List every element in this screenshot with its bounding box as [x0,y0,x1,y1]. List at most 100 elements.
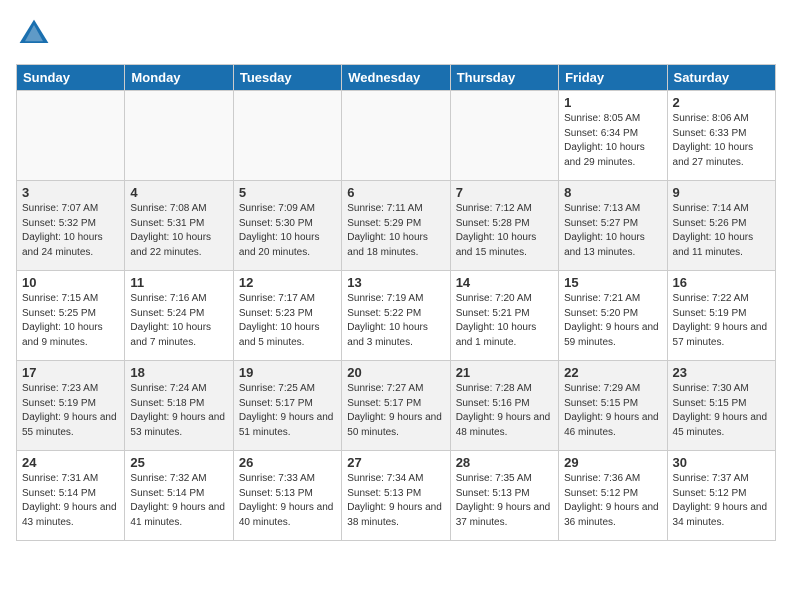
logo-icon [16,16,52,52]
day-number: 6 [347,185,444,200]
calendar-cell: 13 Sunrise: 7:19 AM Sunset: 5:22 PM Dayli… [342,271,450,361]
day-info: Sunrise: 7:08 AM Sunset: 5:31 PM Dayligh… [130,202,227,260]
day-number: 15 [564,275,661,290]
calendar-cell: 2Sunrise: 8:06 AM Sunset: 6:33 PM Daylig… [667,91,775,181]
calendar-cell: 27 Sunrise: 7:34 AM Sunset: 5:13 PM Dayli… [342,451,450,541]
calendar-cell: 4 Sunrise: 7:08 AM Sunset: 5:31 PM Daylig… [125,181,233,271]
weekday-header-saturday: Saturday [667,65,775,91]
calendar-week-5: 24 Sunrise: 7:31 AM Sunset: 5:14 PM Dayli… [17,451,776,541]
calendar-cell [125,91,233,181]
day-number: 10 [22,275,119,290]
calendar-week-4: 17 Sunrise: 7:23 AM Sunset: 5:19 PM Dayli… [17,361,776,451]
calendar-cell: 22 Sunrise: 7:29 AM Sunset: 5:15 PM Dayli… [559,361,667,451]
calendar-cell: 28 Sunrise: 7:35 AM Sunset: 5:13 PM Dayli… [450,451,558,541]
day-number: 25 [130,455,227,470]
day-info: Sunrise: 7:30 AM Sunset: 5:15 PM Dayligh… [673,382,770,440]
day-info: Sunrise: 7:22 AM Sunset: 5:19 PM Dayligh… [673,292,770,350]
day-number: 7 [456,185,553,200]
day-number: 28 [456,455,553,470]
calendar-cell: 24 Sunrise: 7:31 AM Sunset: 5:14 PM Dayli… [17,451,125,541]
calendar-cell: 20 Sunrise: 7:27 AM Sunset: 5:17 PM Dayli… [342,361,450,451]
day-info: Sunrise: 7:09 AM Sunset: 5:30 PM Dayligh… [239,202,336,260]
day-number: 11 [130,275,227,290]
weekday-header-monday: Monday [125,65,233,91]
calendar-cell: 3 Sunrise: 7:07 AM Sunset: 5:32 PM Daylig… [17,181,125,271]
day-info: Sunrise: 7:17 AM Sunset: 5:23 PM Dayligh… [239,292,336,350]
day-number: 1 [564,95,661,110]
calendar-cell: 6Sunrise: 7:11 AM Sunset: 5:29 PM Daylig… [342,181,450,271]
day-info: Sunrise: 8:06 AM Sunset: 6:33 PM Dayligh… [673,112,770,170]
calendar-cell: 23 Sunrise: 7:30 AM Sunset: 5:15 PM Dayli… [667,361,775,451]
calendar-cell: 29Sunrise: 7:36 AM Sunset: 5:12 PM Dayli… [559,451,667,541]
day-number: 8 [564,185,661,200]
day-info: Sunrise: 7:23 AM Sunset: 5:19 PM Dayligh… [22,382,119,440]
calendar-cell: 8Sunrise: 7:13 AM Sunset: 5:27 PM Daylig… [559,181,667,271]
day-info: Sunrise: 7:19 AM Sunset: 5:22 PM Dayligh… [347,292,444,350]
day-number: 13 [347,275,444,290]
calendar-cell: 21 Sunrise: 7:28 AM Sunset: 5:16 PM Dayli… [450,361,558,451]
day-info: Sunrise: 7:37 AM Sunset: 5:12 PM Dayligh… [673,472,770,530]
day-info: Sunrise: 7:15 AM Sunset: 5:25 PM Dayligh… [22,292,119,350]
day-number: 19 [239,365,336,380]
day-number: 17 [22,365,119,380]
day-info: Sunrise: 7:28 AM Sunset: 5:16 PM Dayligh… [456,382,553,440]
calendar-cell [233,91,341,181]
day-number: 27 [347,455,444,470]
calendar-cell: 26 Sunrise: 7:33 AM Sunset: 5:13 PM Dayli… [233,451,341,541]
day-info: Sunrise: 7:14 AM Sunset: 5:26 PM Dayligh… [673,202,770,260]
weekday-header-sunday: Sunday [17,65,125,91]
day-number: 4 [130,185,227,200]
day-number: 9 [673,185,770,200]
day-info: Sunrise: 7:20 AM Sunset: 5:21 PM Dayligh… [456,292,553,350]
day-info: Sunrise: 7:24 AM Sunset: 5:18 PM Dayligh… [130,382,227,440]
calendar-cell: 14 Sunrise: 7:20 AM Sunset: 5:21 PM Dayli… [450,271,558,361]
day-info: Sunrise: 7:21 AM Sunset: 5:20 PM Dayligh… [564,292,661,350]
calendar-table: SundayMondayTuesdayWednesdayThursdayFrid… [16,64,776,541]
calendar-cell: 19 Sunrise: 7:25 AM Sunset: 5:17 PM Dayli… [233,361,341,451]
day-info: Sunrise: 7:29 AM Sunset: 5:15 PM Dayligh… [564,382,661,440]
weekday-header-tuesday: Tuesday [233,65,341,91]
calendar-cell: 7 Sunrise: 7:12 AM Sunset: 5:28 PM Daylig… [450,181,558,271]
weekday-header-thursday: Thursday [450,65,558,91]
day-info: Sunrise: 7:25 AM Sunset: 5:17 PM Dayligh… [239,382,336,440]
day-number: 26 [239,455,336,470]
day-number: 12 [239,275,336,290]
calendar-cell: 10 Sunrise: 7:15 AM Sunset: 5:25 PM Dayli… [17,271,125,361]
day-info: Sunrise: 7:07 AM Sunset: 5:32 PM Dayligh… [22,202,119,260]
calendar-cell: 30Sunrise: 7:37 AM Sunset: 5:12 PM Dayli… [667,451,775,541]
day-info: Sunrise: 7:34 AM Sunset: 5:13 PM Dayligh… [347,472,444,530]
day-number: 16 [673,275,770,290]
day-info: Sunrise: 8:05 AM Sunset: 6:34 PM Dayligh… [564,112,661,170]
day-number: 21 [456,365,553,380]
logo [16,16,56,52]
weekday-header-friday: Friday [559,65,667,91]
day-info: Sunrise: 7:16 AM Sunset: 5:24 PM Dayligh… [130,292,227,350]
day-number: 24 [22,455,119,470]
day-number: 14 [456,275,553,290]
day-number: 23 [673,365,770,380]
weekday-header-wednesday: Wednesday [342,65,450,91]
calendar-cell: 17 Sunrise: 7:23 AM Sunset: 5:19 PM Dayli… [17,361,125,451]
page-header [16,16,776,52]
calendar-cell: 11 Sunrise: 7:16 AM Sunset: 5:24 PM Dayli… [125,271,233,361]
calendar-week-2: 3 Sunrise: 7:07 AM Sunset: 5:32 PM Daylig… [17,181,776,271]
day-number: 22 [564,365,661,380]
calendar-cell: 1 Sunrise: 8:05 AM Sunset: 6:34 PM Daylig… [559,91,667,181]
calendar-cell [17,91,125,181]
calendar-week-3: 10 Sunrise: 7:15 AM Sunset: 5:25 PM Dayli… [17,271,776,361]
day-number: 3 [22,185,119,200]
day-info: Sunrise: 7:12 AM Sunset: 5:28 PM Dayligh… [456,202,553,260]
day-info: Sunrise: 7:35 AM Sunset: 5:13 PM Dayligh… [456,472,553,530]
day-info: Sunrise: 7:27 AM Sunset: 5:17 PM Dayligh… [347,382,444,440]
calendar-cell: 25 Sunrise: 7:32 AM Sunset: 5:14 PM Dayli… [125,451,233,541]
day-info: Sunrise: 7:31 AM Sunset: 5:14 PM Dayligh… [22,472,119,530]
calendar-cell: 12 Sunrise: 7:17 AM Sunset: 5:23 PM Dayli… [233,271,341,361]
calendar-cell: 18Sunrise: 7:24 AM Sunset: 5:18 PM Dayli… [125,361,233,451]
day-info: Sunrise: 7:33 AM Sunset: 5:13 PM Dayligh… [239,472,336,530]
calendar-week-1: 1 Sunrise: 8:05 AM Sunset: 6:34 PM Daylig… [17,91,776,181]
calendar-cell: 16 Sunrise: 7:22 AM Sunset: 5:19 PM Dayli… [667,271,775,361]
day-number: 5 [239,185,336,200]
day-number: 20 [347,365,444,380]
day-info: Sunrise: 7:32 AM Sunset: 5:14 PM Dayligh… [130,472,227,530]
calendar-cell: 9 Sunrise: 7:14 AM Sunset: 5:26 PM Daylig… [667,181,775,271]
